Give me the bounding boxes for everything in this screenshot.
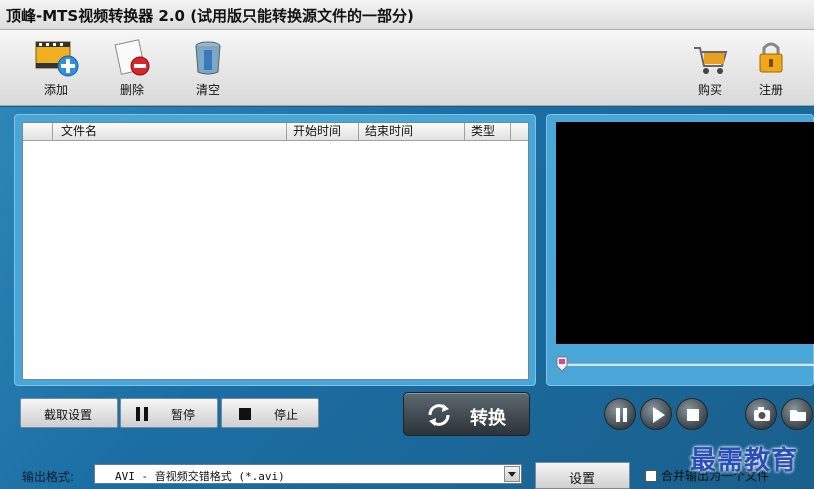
delete-label: 删除 bbox=[119, 83, 144, 97]
snapshot-button[interactable] bbox=[745, 398, 777, 430]
lock-icon bbox=[759, 42, 783, 73]
trim-settings-label: 截取设置 bbox=[44, 408, 93, 422]
convert-label: 转换 bbox=[470, 408, 506, 429]
column-header-type[interactable]: 类型 bbox=[465, 123, 511, 140]
clear-label: 清空 bbox=[195, 83, 220, 97]
column-header-end-time[interactable]: 结束时间 bbox=[359, 123, 465, 140]
film-add-icon bbox=[35, 41, 79, 77]
player-play-button[interactable] bbox=[640, 398, 672, 430]
register-button[interactable]: 注册 bbox=[741, 38, 801, 100]
output-format-label: 输出格式: bbox=[22, 470, 75, 484]
player-stop-button[interactable] bbox=[676, 398, 708, 430]
dropdown-arrow-icon[interactable] bbox=[504, 466, 520, 482]
column-header-checkbox[interactable] bbox=[23, 123, 53, 140]
title-bar: 顶峰-MTS视频转换器 2.0 (试用版只能转换源文件的一部分) bbox=[0, 0, 814, 30]
window-title: 顶峰-MTS视频转换器 2.0 (试用版只能转换源文件的一部分) bbox=[6, 7, 414, 25]
add-label: 添加 bbox=[43, 83, 68, 97]
toolbar: 添加 删除 清空 购买 注册 bbox=[0, 30, 814, 106]
file-list-header: 文件名 开始时间 结束时间 类型 bbox=[23, 123, 528, 141]
column-header-start-time[interactable]: 开始时间 bbox=[287, 123, 359, 140]
progress-slider[interactable] bbox=[556, 356, 814, 372]
settings-button[interactable]: 设置 bbox=[535, 462, 630, 489]
slider-track bbox=[562, 363, 814, 366]
file-list[interactable]: 文件名 开始时间 结束时间 类型 bbox=[22, 122, 529, 380]
pause-icon bbox=[136, 407, 148, 421]
folder-icon bbox=[790, 410, 806, 421]
add-button[interactable]: 添加 bbox=[26, 38, 86, 100]
stop-icon bbox=[239, 408, 251, 420]
stop-icon bbox=[687, 409, 699, 421]
column-header-filename[interactable]: 文件名 bbox=[53, 123, 287, 140]
clear-button[interactable]: 清空 bbox=[178, 38, 238, 100]
pause-button[interactable]: 暂停 bbox=[120, 398, 218, 428]
stop-button[interactable]: 停止 bbox=[221, 398, 319, 428]
trash-can-icon bbox=[195, 41, 221, 75]
settings-label: 设置 bbox=[569, 472, 596, 487]
player-pause-button[interactable] bbox=[604, 398, 636, 430]
buy-button[interactable]: 购买 bbox=[680, 38, 740, 100]
shopping-cart-icon bbox=[694, 47, 728, 74]
output-format-select[interactable]: AVI - 音视频交错格式 (*.avi) bbox=[94, 464, 522, 484]
watermark: 最需教育 bbox=[690, 446, 799, 476]
camera-icon bbox=[754, 407, 770, 421]
open-folder-button[interactable] bbox=[781, 398, 813, 430]
register-label: 注册 bbox=[758, 83, 783, 97]
play-icon bbox=[653, 407, 665, 423]
slider-thumb-icon[interactable] bbox=[556, 356, 568, 372]
refresh-icon bbox=[428, 404, 450, 426]
convert-button[interactable]: 转换 bbox=[403, 392, 530, 436]
delete-button[interactable]: 删除 bbox=[102, 38, 162, 100]
buy-label: 购买 bbox=[697, 83, 722, 97]
pause-icon bbox=[616, 408, 627, 422]
delete-document-icon bbox=[114, 39, 150, 76]
checkbox-icon[interactable] bbox=[645, 470, 657, 482]
stop-label: 停止 bbox=[274, 408, 299, 422]
trim-settings-button[interactable]: 截取设置 bbox=[20, 398, 118, 428]
video-preview bbox=[556, 122, 814, 344]
pause-label: 暂停 bbox=[171, 408, 196, 422]
output-format-value: AVI - 音视频交错格式 (*.avi) bbox=[115, 470, 285, 483]
